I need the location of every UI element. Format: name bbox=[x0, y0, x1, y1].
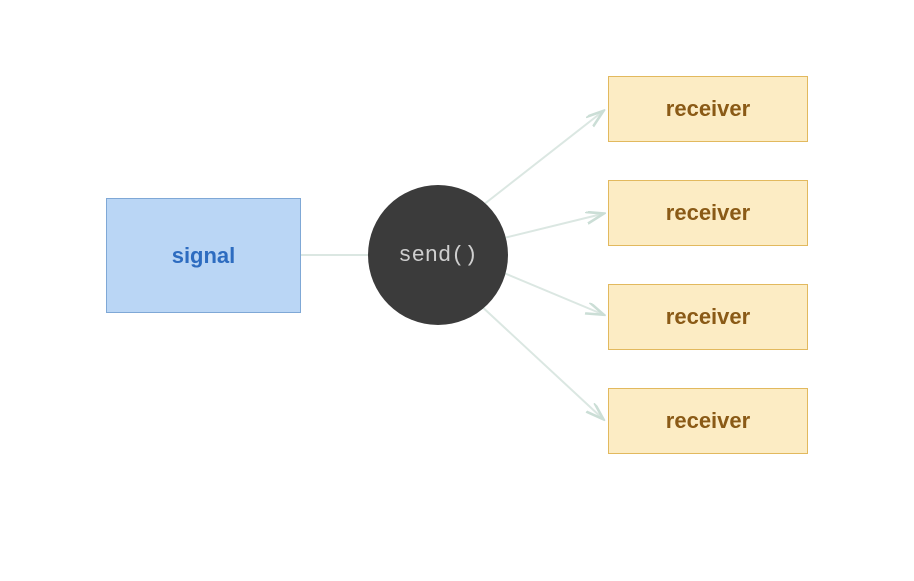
connector-send-to-receiver-4 bbox=[478, 303, 602, 418]
connector-send-to-receiver-3 bbox=[504, 273, 602, 314]
connector-send-to-receiver-2 bbox=[504, 214, 602, 238]
connector-send-to-receiver-1 bbox=[478, 112, 602, 209]
signal-label: signal bbox=[172, 243, 236, 269]
signal-node: signal bbox=[106, 198, 301, 313]
receiver-label: receiver bbox=[666, 408, 750, 434]
receiver-label: receiver bbox=[666, 96, 750, 122]
send-node: send() bbox=[368, 185, 508, 325]
receiver-node-2: receiver bbox=[608, 180, 808, 246]
receiver-label: receiver bbox=[666, 200, 750, 226]
receiver-node-4: receiver bbox=[608, 388, 808, 454]
receiver-node-1: receiver bbox=[608, 76, 808, 142]
send-label: send() bbox=[398, 243, 477, 268]
receiver-label: receiver bbox=[666, 304, 750, 330]
receiver-node-3: receiver bbox=[608, 284, 808, 350]
